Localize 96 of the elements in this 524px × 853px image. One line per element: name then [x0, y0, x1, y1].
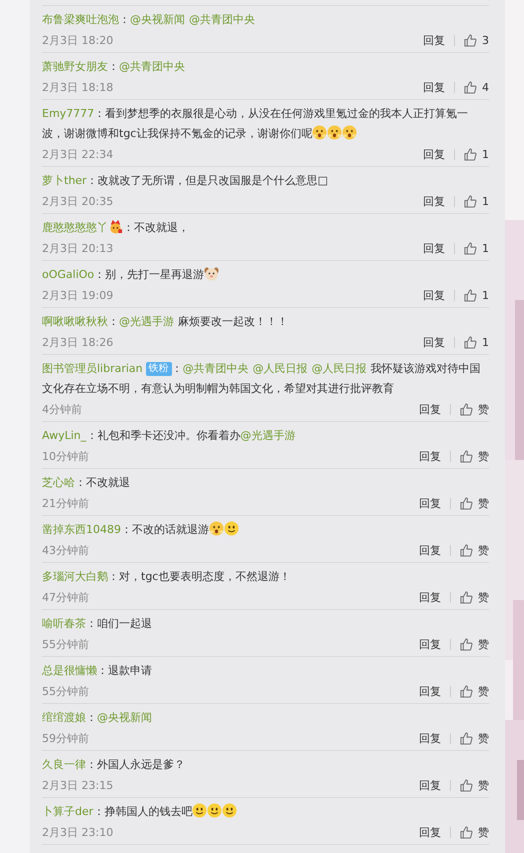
reply-link[interactable]: 回复 [419, 448, 441, 464]
reply-link[interactable]: 回复 [423, 240, 445, 256]
reply-link[interactable]: 回复 [423, 146, 445, 162]
crown-face-icon [108, 219, 123, 234]
comment-text: 鹿憨憨憨憨丫 ：不改就退， [42, 218, 190, 236]
comment-text: 卜算子der：挣韩国人的钱去吧 [42, 802, 489, 822]
reply-link[interactable]: 回复 [419, 496, 441, 510]
comment-text: AwyLin_：礼包和季卡还没冲。你看着办@光遇手游 [42, 428, 296, 444]
shocked-face-icon [312, 125, 328, 140]
comment-text: 凿掉东西10489：不改的话就退游 [42, 520, 489, 540]
reply-link[interactable]: 回复 [423, 80, 445, 94]
like-button[interactable]: 3 [464, 34, 489, 46]
comment-time: 59分钟前 [42, 730, 89, 746]
thumbs-up-icon [460, 826, 473, 838]
comment-time: 2月3日 18:18 [42, 80, 114, 94]
comment-time: 43分钟前 [42, 542, 89, 558]
reply-link[interactable]: 回复 [423, 194, 445, 208]
comment-time: 2月3日 18:20 [42, 32, 114, 48]
like-button[interactable]: 赞 [460, 730, 489, 746]
shocked-face-icon [342, 125, 358, 140]
thumbs-up-icon [464, 148, 477, 160]
thumbs-up-icon [464, 80, 477, 94]
comment-time: 55分钟前 [42, 684, 89, 698]
thumbs-up-icon [460, 544, 473, 556]
thumbs-up-icon [460, 450, 473, 462]
like-button[interactable]: 赞 [460, 448, 489, 464]
like-button[interactable]: 1 [464, 194, 489, 208]
comment-text: 久良一律：外国人永远是爹？ [42, 757, 186, 773]
comment-text: oOGaliOo：别，先打一星再退游 [42, 265, 489, 285]
like-button[interactable]: 赞 [460, 590, 489, 604]
shocked-face-icon [327, 125, 342, 140]
like-button[interactable]: 1 [464, 288, 489, 302]
thumbs-up-icon [460, 590, 473, 604]
comment-text: 芝心哈：不改就退 [42, 475, 131, 491]
reply-link[interactable]: 回复 [419, 402, 441, 416]
comment-time: 4分钟前 [42, 402, 82, 416]
comment-time: 55分钟前 [42, 636, 89, 652]
thumbs-up-icon [464, 336, 477, 348]
reply-link[interactable]: 回复 [423, 334, 445, 350]
thumbs-up-icon [460, 638, 473, 650]
like-button[interactable]: 赞 [460, 542, 489, 558]
thumbs-up-icon [460, 778, 473, 792]
comment-time: 2月3日 19:09 [42, 288, 114, 302]
thumbs-up-icon [460, 684, 473, 698]
like-button[interactable]: 赞 [460, 636, 489, 652]
comment-time: 2月3日 20:13 [42, 240, 114, 256]
comment-text: 绾绾渡娘：@央视新闻 [42, 710, 153, 726]
thumbs-up-icon [464, 34, 477, 46]
reply-link[interactable]: 回复 [419, 542, 441, 558]
like-button[interactable]: 赞 [460, 402, 489, 416]
reply-link[interactable]: 回复 [423, 288, 445, 302]
comment-time: 2月3日 18:26 [42, 334, 114, 350]
comment-text: 啊啾啾啾秋秋：@光遇手游 麻烦要改一起改！！！ [42, 314, 289, 330]
smiley-icon [224, 521, 239, 536]
comment-time: 2月3日 20:35 [42, 194, 114, 208]
comment-time: 2月3日 22:34 [42, 146, 114, 162]
comment-text: 萧驰野女朋友：@共青团中央 [42, 59, 186, 75]
comment-text: 喻听春茶：咱们一起退 [42, 616, 153, 632]
comment-time: 21分钟前 [42, 496, 89, 510]
comment-time: 2月3日 23:15 [42, 778, 114, 792]
comment-time: 47分钟前 [42, 590, 89, 604]
shocked-face-icon [209, 521, 224, 536]
thumbs-up-icon [460, 732, 473, 744]
reply-link[interactable]: 回复 [419, 778, 441, 792]
dog-face-icon [204, 266, 220, 281]
thumbs-up-icon [464, 242, 477, 254]
reply-link[interactable]: 回复 [419, 684, 441, 698]
like-button[interactable]: 1 [464, 242, 489, 254]
reply-link[interactable]: 回复 [423, 32, 445, 48]
smiley-icon [192, 803, 208, 818]
thumbs-up-icon [464, 288, 477, 302]
thumbs-up-icon [460, 402, 473, 416]
like-button[interactable]: 1 [464, 336, 489, 348]
reply-link[interactable]: 回复 [419, 730, 441, 746]
comment-time: 10分钟前 [42, 448, 89, 464]
like-button[interactable]: 1 [464, 148, 489, 160]
fan-badge: 铁粉 [146, 362, 172, 376]
comment-text: 多瑙河大白鹅：对，tgc也要表明态度，不然退游！ [42, 569, 292, 585]
smiley-icon [207, 803, 222, 818]
comment-text: 萝卜ther：改就改了无所谓，但是只改国服是个什么意思□ [42, 173, 329, 189]
like-button[interactable]: 4 [464, 80, 489, 94]
reply-link[interactable]: 回复 [419, 636, 441, 652]
like-button[interactable]: 赞 [460, 684, 489, 698]
comment-text: 布鲁梁爽吐泡泡：@央视新闻 @共青团中央 [42, 12, 256, 28]
thumbs-up-icon [464, 194, 477, 208]
reply-link[interactable]: 回复 [419, 590, 441, 604]
reply-link[interactable]: 回复 [419, 824, 441, 840]
smiley-icon [222, 803, 238, 818]
comment-text: 总是很慵懒：退款申请 [42, 663, 153, 679]
like-button[interactable]: 赞 [460, 778, 489, 792]
thumbs-up-icon [460, 496, 473, 510]
comment-text: 图书管理员librarian 铁粉 ：@共青团中央 @人民日报 @人民日报 我怀疑该游戏对待中国文化存在立场不明，有意认为明制帽为韩国文化，希望对其进行批评教育 [42, 361, 482, 397]
comment-text: Emy7777：看到梦想季的衣服很是心动，从没在任何游戏里氪过金的我本人正打算氪一波，谢谢微博和tgc让我保持不氪金的记录，谢谢你们呢 [42, 106, 470, 142]
like-button[interactable]: 赞 [460, 496, 489, 510]
comment-time: 2月3日 23:10 [42, 824, 114, 840]
like-button[interactable]: 赞 [460, 824, 489, 840]
